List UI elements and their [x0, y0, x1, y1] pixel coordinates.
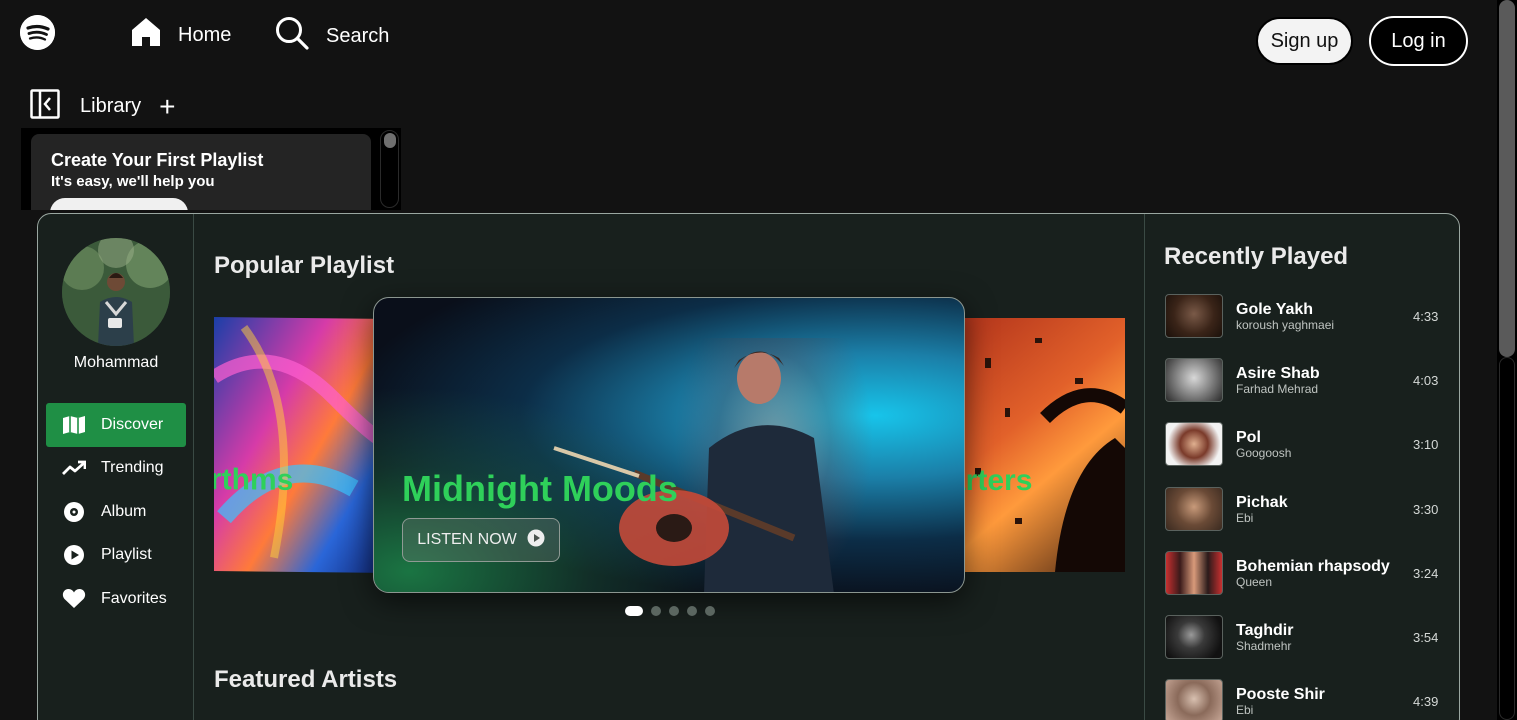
sidebar-item-album[interactable]: Album [46, 490, 186, 534]
trending-icon [61, 457, 87, 479]
carousel-slide-next[interactable]: arters [955, 318, 1125, 572]
home-icon [130, 16, 162, 54]
page-scroll-thumb[interactable] [1499, 0, 1515, 357]
listen-now-label: LISTEN NOW [417, 531, 517, 548]
recently-played-panel: Recently Played Gole Yakh koroush yaghma… [1144, 214, 1459, 720]
track-duration: 3:30 [1413, 501, 1439, 517]
carousel-next-title: arters [955, 464, 1033, 497]
sidebar-item-trending[interactable]: Trending [46, 447, 186, 491]
add-playlist-icon[interactable]: + [159, 92, 175, 121]
nav-search-label: Search [326, 24, 390, 47]
create-playlist-title: Create Your First Playlist [51, 150, 264, 170]
track-thumbnail [1165, 294, 1223, 338]
nav-home-label: Home [178, 23, 232, 46]
main-panel: Mohammad Discover Trending Album Playlis… [37, 213, 1460, 720]
track-title: Pol [1236, 429, 1261, 447]
track-title: Taghdir [1236, 621, 1294, 639]
sidebar-item-discover[interactable]: Discover [46, 403, 186, 447]
map-icon [61, 414, 87, 436]
heart-icon [61, 588, 87, 610]
listen-now-button[interactable]: LISTEN NOW [402, 518, 560, 562]
create-playlist-subtitle: It's easy, we'll help you [51, 173, 215, 190]
carousel-dot[interactable] [687, 606, 697, 616]
library-label[interactable]: Library [80, 95, 141, 118]
carousel-slide-prev[interactable]: rthms [214, 317, 394, 573]
avatar[interactable] [62, 238, 170, 346]
track-artist: Ebi [1236, 510, 1254, 525]
carousel-dot[interactable] [625, 606, 643, 616]
play-circle-icon [61, 544, 87, 566]
sidebar-item-label: Discover [101, 415, 164, 433]
list-item[interactable]: Pichak Ebi 3:30 [1165, 486, 1445, 551]
sidebar-item-playlist[interactable]: Playlist [46, 534, 186, 578]
user-sidebar: Mohammad Discover Trending Album Playlis… [38, 214, 194, 720]
track-thumbnail [1165, 679, 1223, 720]
track-thumbnail [1165, 550, 1223, 595]
discover-content: Popular Playlist rthms arters Midnight M… [195, 214, 1144, 720]
track-artist: koroush yaghmaei [1236, 318, 1335, 332]
sidebar-item-label: Album [101, 502, 147, 520]
track-artist: Queen [1236, 574, 1273, 589]
carousel-dot[interactable] [651, 606, 661, 616]
sidebar-item-label: Favorites [101, 589, 167, 607]
sidebar-item-label: Playlist [101, 546, 152, 564]
track-duration: 3:10 [1413, 437, 1439, 453]
sidebar-item-label: Trending [101, 459, 164, 477]
signup-button[interactable]: Sign up [1256, 17, 1353, 65]
track-artist: Googoosh [1236, 446, 1292, 461]
login-button[interactable]: Log in [1369, 16, 1468, 66]
library-panel: Create Your First Playlist It's easy, we… [21, 128, 401, 210]
carousel-dots [625, 606, 715, 616]
list-item[interactable]: Taghdir Shadmehr 3:54 [1165, 614, 1445, 679]
track-title: Pichak [1236, 493, 1288, 511]
nav-search[interactable]: Search [274, 16, 389, 56]
sidebar-item-favorites[interactable]: Favorites [46, 577, 186, 621]
carousel-prev-title: rthms [214, 463, 294, 497]
popular-playlist-title: Popular Playlist [214, 252, 395, 279]
track-duration: 4:33 [1413, 309, 1439, 324]
library-scrollbar[interactable] [380, 130, 399, 208]
create-playlist-button[interactable] [50, 198, 188, 210]
search-icon [274, 16, 310, 56]
list-item[interactable]: Asire Shab Farhad Mehrad 4:03 [1165, 358, 1445, 422]
list-item[interactable]: Gole Yakh koroush yaghmaei 4:33 [1165, 294, 1445, 358]
play-circle-icon [527, 529, 545, 552]
carousel-title: Midnight Moods [402, 468, 678, 509]
track-duration: 4:39 [1413, 694, 1439, 710]
carousel-dot[interactable] [669, 606, 679, 616]
track-duration: 3:24 [1413, 565, 1439, 581]
list-item[interactable]: Bohemian rhapsody Queen 3:24 [1165, 550, 1445, 615]
track-artist: Shadmehr [1236, 638, 1292, 653]
page-scrollbar[interactable] [1497, 0, 1517, 720]
spotify-logo-icon[interactable] [20, 15, 55, 50]
track-artist: Ebi [1236, 703, 1254, 718]
recently-played-list: Gole Yakh koroush yaghmaei 4:33 Asire Sh… [1165, 294, 1445, 720]
list-item[interactable]: Pooste Shir Ebi 4:39 [1165, 679, 1445, 720]
track-title: Asire Shab [1236, 365, 1320, 383]
track-title: Bohemian rhapsody [1236, 557, 1390, 575]
track-duration: 3:54 [1413, 629, 1439, 645]
track-duration: 4:03 [1413, 373, 1439, 389]
track-artist: Farhad Mehrad [1236, 382, 1319, 397]
sidebar-menu: Discover Trending Album Playlist Favorit… [46, 403, 186, 621]
list-item[interactable]: Pol Googoosh 3:10 [1165, 422, 1445, 486]
library-collapse-icon[interactable] [30, 89, 60, 124]
user-name: Mohammad [73, 354, 159, 371]
track-thumbnail [1165, 614, 1223, 659]
featured-artists-title: Featured Artists [214, 666, 398, 693]
track-title: Gole Yakh [1236, 301, 1314, 318]
nav-home[interactable]: Home [130, 16, 231, 54]
page-scroll-track[interactable] [1499, 357, 1515, 720]
disc-icon [61, 501, 87, 523]
library-header: Library + [30, 89, 176, 124]
track-title: Pooste Shir [1236, 686, 1325, 704]
library-scroll-thumb[interactable] [384, 133, 396, 148]
carousel-slide-active[interactable]: Midnight Moods LISTEN NOW [373, 297, 965, 593]
carousel-dot[interactable] [705, 606, 715, 616]
track-thumbnail [1165, 486, 1223, 531]
track-thumbnail [1165, 422, 1223, 467]
track-thumbnail [1165, 358, 1223, 403]
recently-played-title: Recently Played [1164, 243, 1349, 270]
create-playlist-card: Create Your First Playlist It's easy, we… [31, 134, 371, 210]
